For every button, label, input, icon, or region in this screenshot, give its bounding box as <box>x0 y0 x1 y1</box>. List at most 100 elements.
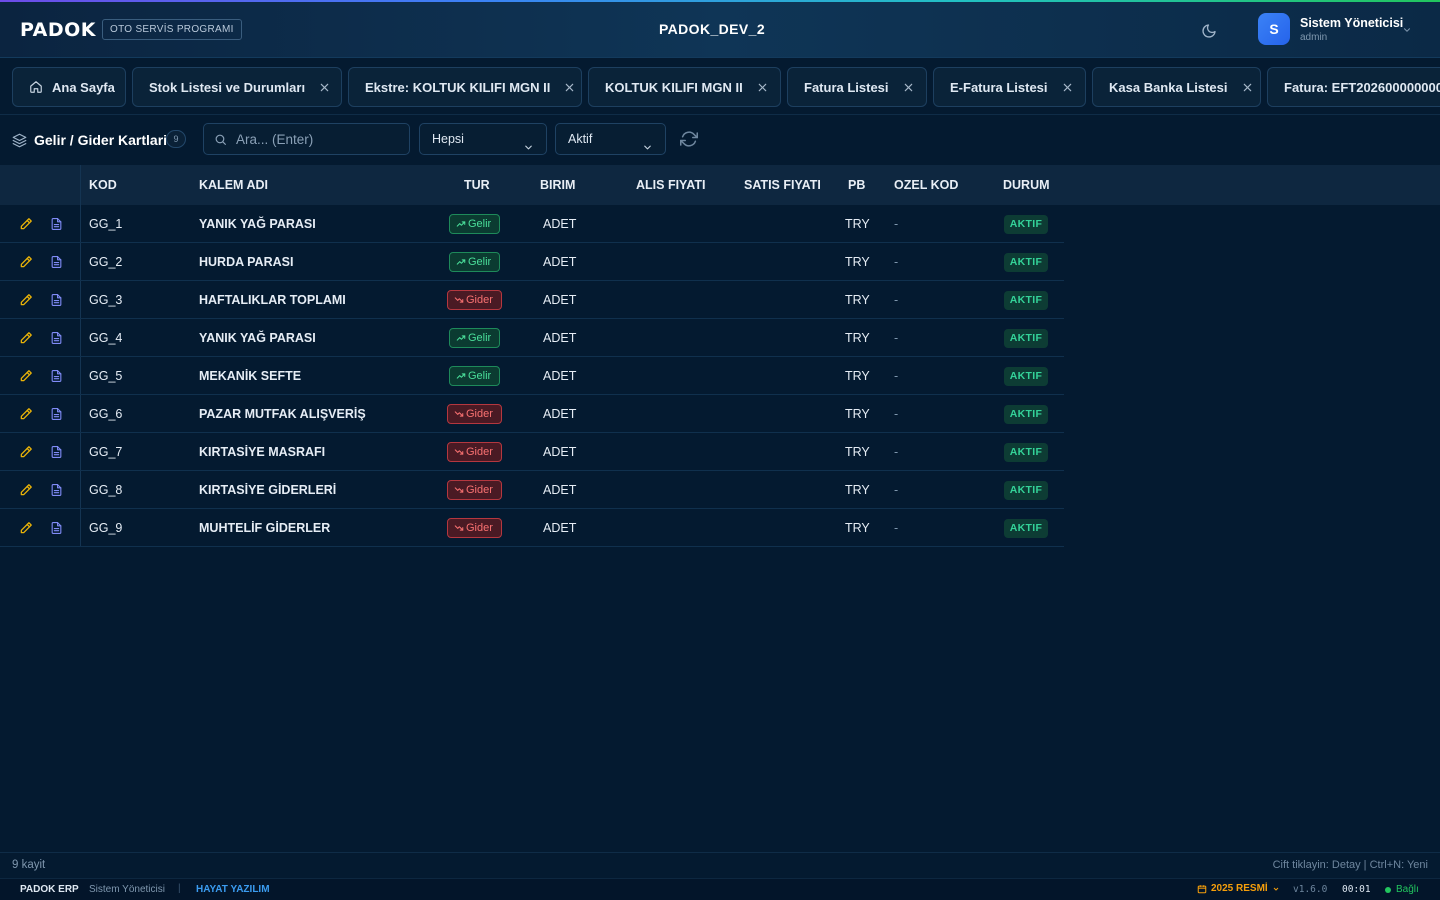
edit-icon[interactable] <box>18 216 34 232</box>
detail-document-icon[interactable] <box>48 368 64 384</box>
edit-icon[interactable] <box>18 482 34 498</box>
edit-icon[interactable] <box>18 368 34 384</box>
tab-label: Ana Sayfa <box>52 79 115 95</box>
cell-pb: TRY <box>845 217 870 231</box>
close-icon[interactable] <box>1062 82 1073 93</box>
user-menu[interactable]: S Sistem Yöneticisi admin <box>1258 13 1428 47</box>
col-header-durum[interactable]: DURUM <box>1003 165 1050 205</box>
cell-kod: GG_3 <box>89 293 123 307</box>
type-badge: Gider <box>447 480 502 500</box>
detail-document-icon[interactable] <box>48 216 64 232</box>
status-separator: | <box>178 883 181 894</box>
tab-kasa-banka-listesi[interactable]: Kasa Banka Listesi <box>1092 67 1261 107</box>
table-row[interactable]: GG_6 PAZAR MUTFAK ALIŞVERİŞ Gider ADET TRY - A… <box>0 395 1064 433</box>
type-filter-select[interactable]: Hepsi <box>419 123 547 155</box>
detail-document-icon[interactable] <box>48 292 64 308</box>
col-header-kalem-adi[interactable]: KALEM ADI <box>199 165 268 205</box>
tab-home[interactable]: Ana Sayfa <box>12 67 126 107</box>
table-row[interactable]: GG_9 MUHTELİF GİDERLER Gider ADET TRY - AKTIF <box>0 509 1064 547</box>
chevron-down-icon <box>1402 22 1412 40</box>
theme-toggle-button[interactable] <box>1196 18 1222 44</box>
trending-up-icon <box>456 257 466 267</box>
cell-kod: GG_6 <box>89 407 123 421</box>
brand-logo[interactable]: PADOK <box>20 19 96 41</box>
cell-kalem-adi: KIRTASİYE MASRAFI <box>199 445 326 459</box>
chevron-down-icon <box>642 134 653 164</box>
type-badge: Gelir <box>449 252 501 272</box>
tab-fatura-eft[interactable]: Fatura: EFT2026000000005 <box>1267 67 1440 107</box>
connection-label: Bağlı <box>1396 884 1419 895</box>
cell-kod: GG_2 <box>89 255 123 269</box>
detail-document-icon[interactable] <box>48 254 64 270</box>
edit-icon[interactable] <box>18 330 34 346</box>
close-icon[interactable] <box>564 82 575 93</box>
type-badge: Gider <box>447 442 502 462</box>
status-user: Sistem Yöneticisi <box>89 884 165 895</box>
status-filter-select[interactable]: Aktif <box>555 123 666 155</box>
col-header-ozel-kod[interactable]: OZEL KOD <box>894 165 958 205</box>
tab-ekstre[interactable]: Ekstre: KOLTUK KILIFI MGN II <box>348 67 582 107</box>
col-header-pb[interactable]: PB <box>848 165 865 205</box>
tab-label: Kasa Banka Listesi <box>1109 79 1228 95</box>
close-icon[interactable] <box>757 82 768 93</box>
tab-label: Fatura Listesi <box>804 79 889 95</box>
top-header: PADOK OTO SERVİS PROGRAMI PADOK_DEV_2 S … <box>0 0 1440 58</box>
close-icon[interactable] <box>903 82 914 93</box>
status-app-name: PADOK ERP <box>20 884 79 895</box>
status-company[interactable]: HAYAT YAZILIM <box>196 884 270 895</box>
cell-pb: TRY <box>845 445 870 459</box>
cell-ozel-kod: - <box>894 445 899 459</box>
tab-fatura-listesi[interactable]: Fatura Listesi <box>787 67 927 107</box>
col-header-birim[interactable]: BIRIM <box>540 165 575 205</box>
detail-document-icon[interactable] <box>48 330 64 346</box>
fiscal-year-selector[interactable]: 2025 RESMİ <box>1197 883 1280 894</box>
cell-ozel-kod: - <box>894 521 899 535</box>
edit-icon[interactable] <box>18 520 34 536</box>
table-row[interactable]: GG_7 KIRTASİYE MASRAFI Gider ADET TRY - AKTIF <box>0 433 1064 471</box>
edit-icon[interactable] <box>18 254 34 270</box>
cell-pb: TRY <box>845 255 870 269</box>
detail-document-icon[interactable] <box>48 444 64 460</box>
table-row[interactable]: GG_3 HAFTALIKLAR TOPLAMI Gider ADET TRY - AKTI… <box>0 281 1064 319</box>
chevron-down-icon <box>1273 887 1279 891</box>
table-row[interactable]: GG_2 HURDA PARASI Gelir ADET TRY - AKTIF <box>0 243 1064 281</box>
detail-document-icon[interactable] <box>48 520 64 536</box>
cell-kod: GG_7 <box>89 445 123 459</box>
home-icon <box>29 80 43 94</box>
edit-icon[interactable] <box>18 292 34 308</box>
cell-pb: TRY <box>845 369 870 383</box>
tab-e-fatura-listesi[interactable]: E-Fatura Listesi <box>933 67 1086 107</box>
detail-document-icon[interactable] <box>48 482 64 498</box>
col-header-tur[interactable]: TUR <box>464 165 490 205</box>
table-row[interactable]: GG_4 YANIK YAĞ PARASI Gelir ADET TRY - AKTIF <box>0 319 1064 357</box>
edit-icon[interactable] <box>18 444 34 460</box>
trending-up-icon <box>456 371 466 381</box>
close-icon[interactable] <box>319 82 330 93</box>
tab-koltuk-kilifi[interactable]: KOLTUK KILIFI MGN II <box>588 67 781 107</box>
col-header-alis-fiyati[interactable]: ALIS FIYATI <box>636 165 705 205</box>
cell-birim: ADET <box>543 331 577 345</box>
cell-pb: TRY <box>845 293 870 307</box>
table-row[interactable]: GG_1 YANIK YAĞ PARASI Gelir ADET TRY - AKTIF <box>0 205 1064 243</box>
list-footer: 9 kayit Cift tiklayin: Detay | Ctrl+N: Y… <box>0 852 1440 878</box>
cell-kalem-adi: YANIK YAĞ PARASI <box>199 217 316 231</box>
col-header-satis-fiyati[interactable]: SATIS FIYATI <box>744 165 821 205</box>
detail-document-icon[interactable] <box>48 406 64 422</box>
type-badge: Gelir <box>449 214 501 234</box>
table-row[interactable]: GG_5 MEKANİK SEFTE Gelir ADET TRY - AKTIF <box>0 357 1064 395</box>
edit-icon[interactable] <box>18 406 34 422</box>
avatar: S <box>1258 13 1290 45</box>
table-row[interactable]: GG_8 KIRTASİYE GİDERLERİ Gider ADET TRY - AKTI… <box>0 471 1064 509</box>
status-filter-value: Aktif <box>568 132 593 146</box>
type-badge: Gelir <box>449 328 501 348</box>
status-badge: AKTIF <box>1004 405 1048 424</box>
refresh-button[interactable] <box>680 130 698 153</box>
search-input[interactable] <box>236 124 406 154</box>
type-badge-label: Gider <box>466 294 493 306</box>
tab-stok-listesi[interactable]: Stok Listesi ve Durumları <box>132 67 342 107</box>
calendar-icon <box>1197 884 1207 893</box>
type-badge-label: Gider <box>466 484 493 496</box>
close-icon[interactable] <box>1242 82 1253 93</box>
cell-kalem-adi: HAFTALIKLAR TOPLAMI <box>199 293 346 307</box>
col-header-kod[interactable]: KOD <box>89 165 117 205</box>
